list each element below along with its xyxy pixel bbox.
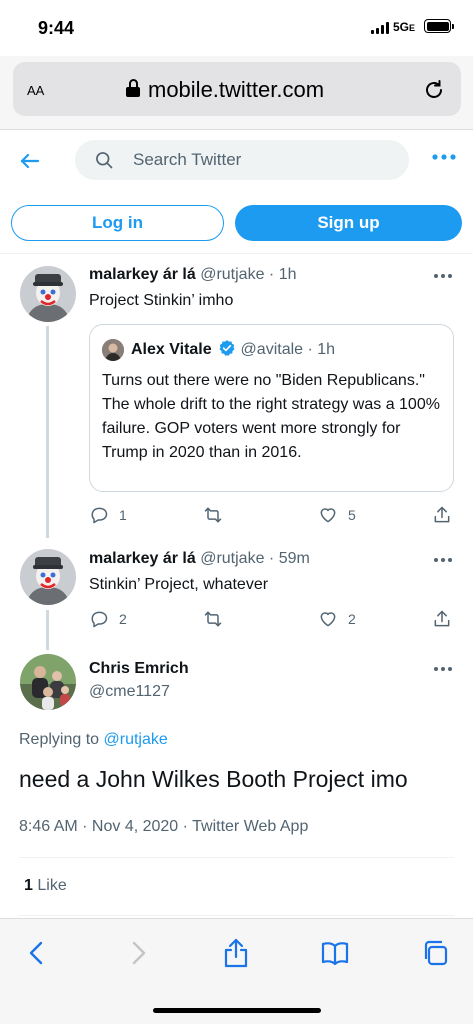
tweet-actions: 2 2: [89, 606, 454, 632]
auth-buttons: Log in Sign up: [0, 191, 473, 254]
tweet-more-icon[interactable]: [433, 272, 453, 280]
quoted-time: 1h: [317, 341, 336, 358]
tweet-text: Project Stinkin’ imho: [89, 292, 234, 309]
text-size-button[interactable]: AA: [27, 79, 44, 100]
quoted-tweet[interactable]: Alex Vitale @avitale · 1h Turns out ther…: [89, 324, 454, 492]
replying-to: Replying to @rutjake: [19, 731, 168, 749]
retweet-icon: [204, 611, 222, 627]
verified-badge-icon: [219, 340, 235, 356]
reply-button[interactable]: 2: [89, 606, 127, 632]
tabs-icon[interactable]: [420, 937, 450, 969]
status-time: 9:44: [38, 18, 75, 38]
tweet-time[interactable]: 59m: [279, 550, 310, 567]
quoted-avatar: [102, 339, 124, 361]
person-avatar-image: [102, 339, 124, 361]
heart-icon: [320, 612, 336, 627]
login-button[interactable]: Log in: [11, 205, 224, 241]
dot-separator: ·: [264, 266, 279, 283]
share-icon: [434, 506, 450, 523]
text-size-label: AA: [27, 83, 45, 98]
cellular-signal-icon: [371, 22, 389, 34]
quoted-text: Turns out there were no "Biden Republica…: [102, 372, 440, 461]
tweet-actions: 1 5: [89, 502, 454, 528]
likes-summary[interactable]: 1 Like: [24, 877, 67, 895]
quoted-author-name: Alex Vitale: [131, 341, 212, 358]
browser-address-area: AA mobile.twitter.com: [0, 56, 473, 130]
share-tweet-button[interactable]: [432, 606, 452, 632]
quoted-handle: @avitale: [240, 341, 304, 358]
dot-separator: ·: [303, 341, 318, 358]
clown-avatar-image: [20, 549, 76, 605]
divider: [19, 857, 454, 858]
replying-to-link[interactable]: @rutjake: [104, 731, 168, 748]
avatar[interactable]: [20, 654, 76, 710]
thread-line: [46, 326, 49, 538]
reply-count: 2: [119, 611, 127, 627]
author-handle: @rutjake: [200, 266, 265, 283]
battery-icon: [424, 19, 454, 33]
tweet-more-icon[interactable]: [433, 556, 453, 564]
lock-icon: [126, 79, 140, 97]
twitter-header: [0, 131, 473, 191]
like-count: 2: [348, 611, 356, 627]
share-icon: [434, 610, 450, 627]
like-total: 1: [24, 877, 33, 894]
more-options-icon[interactable]: [431, 152, 457, 162]
back-icon[interactable]: [22, 937, 52, 969]
focal-author-handle[interactable]: @cme1127: [89, 683, 170, 701]
signup-button[interactable]: Sign up: [235, 205, 462, 241]
divider: [19, 915, 454, 916]
retweet-icon: [204, 507, 222, 523]
like-button[interactable]: 2: [318, 606, 356, 632]
replying-prefix: Replying to: [19, 731, 100, 748]
search-icon: [96, 152, 113, 169]
forward-icon[interactable]: [123, 937, 153, 969]
reply-icon: [91, 611, 108, 628]
tweet-author[interactable]: malarkey ár lá @rutjake · 59m: [89, 550, 310, 568]
tweet-time[interactable]: 1h: [279, 266, 297, 283]
tweet-author[interactable]: malarkey ár lá @rutjake · 1h: [89, 266, 296, 284]
focal-timestamp[interactable]: 8:46 AM · Nov 4, 2020 · Twitter Web App: [19, 818, 308, 836]
url-text[interactable]: mobile.twitter.com: [148, 77, 324, 103]
share-tweet-button[interactable]: [432, 502, 452, 528]
network-suffix: E: [409, 23, 416, 33]
clown-avatar-image: [20, 266, 76, 322]
heart-icon: [320, 508, 336, 523]
focal-tweet-text: need a John Wilkes Booth Project imo: [19, 766, 408, 792]
network-label: 5G: [393, 20, 410, 34]
status-bar: 9:44 5GE: [0, 0, 473, 56]
focal-author-name[interactable]: Chris Emrich: [89, 660, 189, 678]
back-arrow-icon[interactable]: [18, 149, 42, 173]
bookmarks-icon[interactable]: [320, 937, 350, 969]
search-input[interactable]: [133, 140, 393, 180]
like-button[interactable]: 5: [318, 502, 356, 528]
reload-icon[interactable]: [422, 78, 446, 102]
dot-separator: ·: [264, 550, 279, 567]
retweet-button[interactable]: [203, 606, 233, 632]
reply-button[interactable]: 1: [89, 502, 127, 528]
like-count: 5: [348, 507, 356, 523]
avatar[interactable]: [20, 549, 76, 605]
author-handle: @rutjake: [200, 550, 265, 567]
author-name: malarkey ár lá: [89, 550, 196, 567]
quoted-author: Alex Vitale @avitale · 1h: [131, 339, 335, 359]
reply-icon: [91, 507, 108, 524]
thread-line: [46, 610, 49, 650]
family-avatar-image: [20, 654, 76, 710]
search-box[interactable]: [75, 140, 409, 180]
share-icon[interactable]: [221, 937, 251, 969]
author-name: malarkey ár lá: [89, 266, 196, 283]
address-bar[interactable]: AA mobile.twitter.com: [13, 62, 461, 116]
like-label: Like: [37, 877, 67, 894]
reply-count: 1: [119, 507, 127, 523]
network-type: 5GE: [393, 20, 415, 34]
home-indicator: [153, 1008, 321, 1013]
tweet-text: Stinkin’ Project, whatever: [89, 576, 269, 593]
tweet-more-icon[interactable]: [433, 665, 453, 673]
avatar[interactable]: [20, 266, 76, 322]
retweet-button[interactable]: [203, 502, 233, 528]
